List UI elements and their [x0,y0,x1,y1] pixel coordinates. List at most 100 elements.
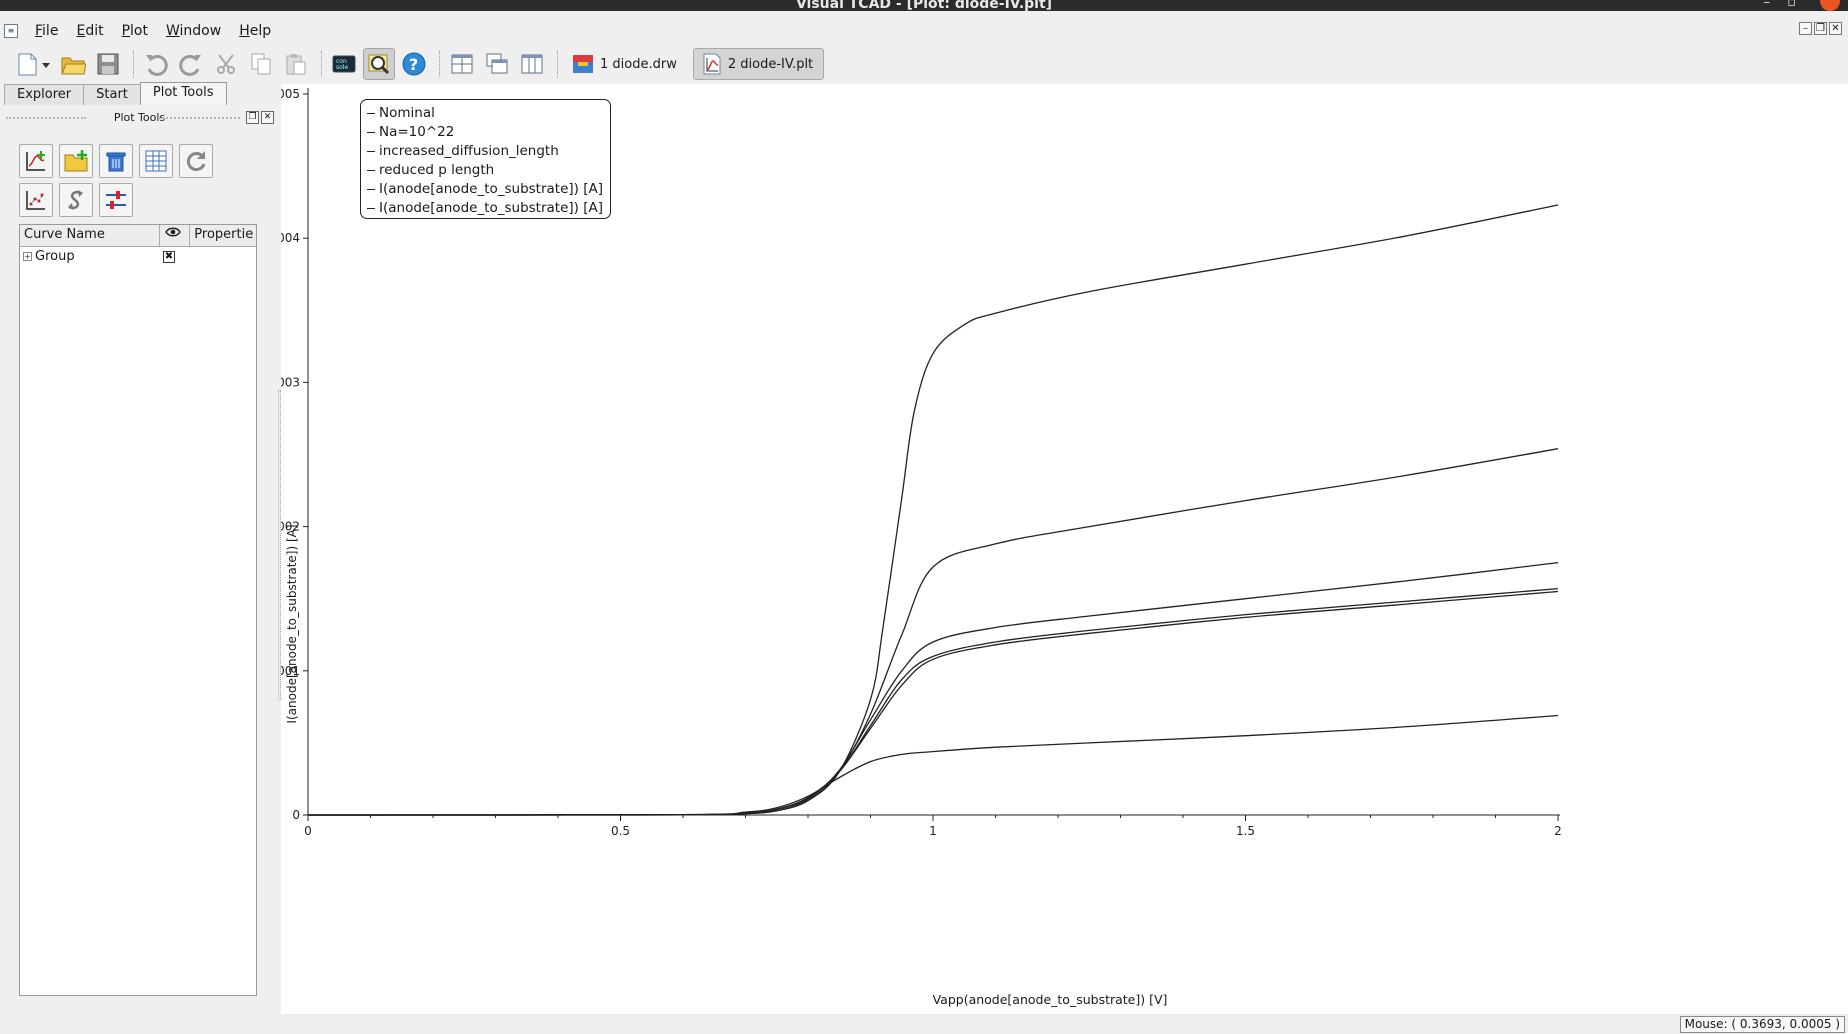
legend-item: reduced p length [367,161,610,180]
menu-window[interactable]: Window [157,23,230,39]
add-folder-icon [64,150,88,172]
tab-plot-tools[interactable]: Plot Tools [139,82,227,105]
menu-bar: ≡ File Edit Plot Window Help [0,18,1848,44]
mdi-minimize-icon[interactable]: – [1799,22,1812,35]
y-tick-label: 0.0003 [281,375,300,389]
x-tick-label: 0.5 [611,824,630,838]
legend-item: Na=10^22 [367,123,610,142]
cascade-windows-button[interactable] [481,48,513,80]
panel-tabs: Explorer Start Plot Tools [0,82,279,105]
menu-plot[interactable]: Plot [113,23,157,39]
zoom-button[interactable] [363,48,395,80]
series-line-4 [307,561,1559,816]
curve-list-table: Curve Name Propertie + Group ✖ [19,224,257,996]
mdi-restore-icon[interactable]: ❐ [1814,22,1827,35]
plot-doc-icon [703,53,721,75]
app-window: Visual TCAD - [Plot: diode-IV.plt] – ▫ ≡… [0,0,1848,1034]
panel-float-icon[interactable]: ❐ [246,111,259,124]
redo-icon [179,54,201,76]
minimize-icon[interactable]: – [1764,0,1771,10]
main-toolbar: con sole ? 1 diode.drw 2 diode-IV.plt [0,46,1848,82]
tab-explorer[interactable]: Explorer [4,84,85,105]
column-curve-name[interactable]: Curve Name [20,225,161,246]
add-curve-icon [26,151,45,171]
console-icon: console [332,55,356,73]
menu-file[interactable]: File [26,23,67,39]
menu-edit[interactable]: Edit [67,23,112,39]
paste-button[interactable] [280,48,312,80]
open-file-button[interactable] [57,48,89,80]
toolbar-separator [557,51,558,77]
window-title: Visual TCAD - [Plot: diode-IV.plt] [795,0,1053,11]
x-tick-label: 0 [304,824,312,838]
column-visibility[interactable] [160,225,191,246]
series-line-5 [307,587,1559,816]
series-line-3 [307,204,1559,816]
new-file-icon [18,53,50,76]
data-table-button[interactable] [139,144,173,178]
column-properties[interactable]: Propertie [190,225,256,246]
expand-icon[interactable]: + [23,252,32,261]
mdi-close-icon[interactable]: ✕ [1829,22,1842,35]
add-curve-button[interactable] [19,144,53,178]
menu-help[interactable]: Help [230,23,280,39]
save-button[interactable] [92,48,124,80]
visibility-checkbox[interactable]: ✖ [163,250,175,263]
legend-item: Nominal [367,104,610,123]
cascade-icon [486,53,508,74]
legend-label: I(anode[anode_to_substrate]) [A] [379,181,603,197]
maximize-icon[interactable]: ▫ [1787,0,1796,10]
series-line-2 [307,448,1559,816]
undo-button[interactable] [140,48,172,80]
iv-chart: 00.00010.00020.00030.00040.000500.511.52 [281,87,1562,838]
legend-label: Nominal [379,105,435,121]
drag-handle[interactable] [6,117,86,119]
tile-vertical-button[interactable] [516,48,548,80]
refresh-button[interactable] [179,144,213,178]
save-icon [97,53,119,75]
drawing-doc-icon [573,55,593,73]
x-tick-label: 1.5 [1236,824,1255,838]
tile-windows-button[interactable] [446,48,478,80]
cut-button[interactable] [210,48,242,80]
scatter-plot-button[interactable] [19,183,53,217]
open-folder-icon [61,57,86,75]
delete-curve-button[interactable] [99,144,133,178]
mouse-coordinates: Mouse: ( 0.3693, 0.0005 ) [1679,1016,1845,1033]
paste-icon [286,54,306,75]
toolbar-separator [321,51,322,77]
drag-handle[interactable] [158,117,240,119]
toolbar-separator [133,51,134,77]
plot-settings-button[interactable] [99,183,133,217]
new-file-button[interactable] [12,48,54,80]
legend-label: increased_diffusion_length [379,143,559,159]
help-button[interactable]: ? [398,48,430,80]
curve-table-header: Curve Name Propertie [20,225,256,247]
doc-tab-diode-drw[interactable]: 1 diode.drw [564,48,687,80]
legend-item: increased_diffusion_length [367,142,610,161]
curve-group-row[interactable]: + Group ✖ [20,247,256,266]
app-menu-icon[interactable]: ≡ [4,24,18,38]
doc-tab-diode-iv-plt[interactable]: 2 diode-IV.plt [692,48,825,80]
x-tick-label: 1 [929,824,937,838]
panel-close-icon[interactable]: ✕ [261,111,274,124]
console-button[interactable]: con sole [328,48,360,80]
swap-axes-icon [68,190,83,210]
toolbar-separator [439,51,440,77]
swap-axes-button[interactable] [59,183,93,217]
plot-canvas[interactable]: 00.00010.00020.00030.00040.000500.511.52… [281,84,1848,1014]
columns-icon [521,54,543,74]
redo-button[interactable] [175,48,207,80]
y-tick-label: 0.0005 [281,87,300,101]
tile-icon [451,54,473,74]
scissors-icon [217,54,235,74]
title-bar: Visual TCAD - [Plot: diode-IV.plt] – ▫ [0,0,1848,11]
tab-start[interactable]: Start [83,84,141,105]
legend-label: Na=10^22 [379,124,455,140]
copy-button[interactable] [245,48,277,80]
add-group-button[interactable] [59,144,93,178]
y-tick-label: 0.0004 [281,231,300,245]
legend-label: I(anode[anode_to_substrate]) [A] [379,200,603,216]
table-icon [145,150,167,172]
chart-legend[interactable]: Nominal Na=10^22 increased_diffusion_len… [360,99,611,219]
